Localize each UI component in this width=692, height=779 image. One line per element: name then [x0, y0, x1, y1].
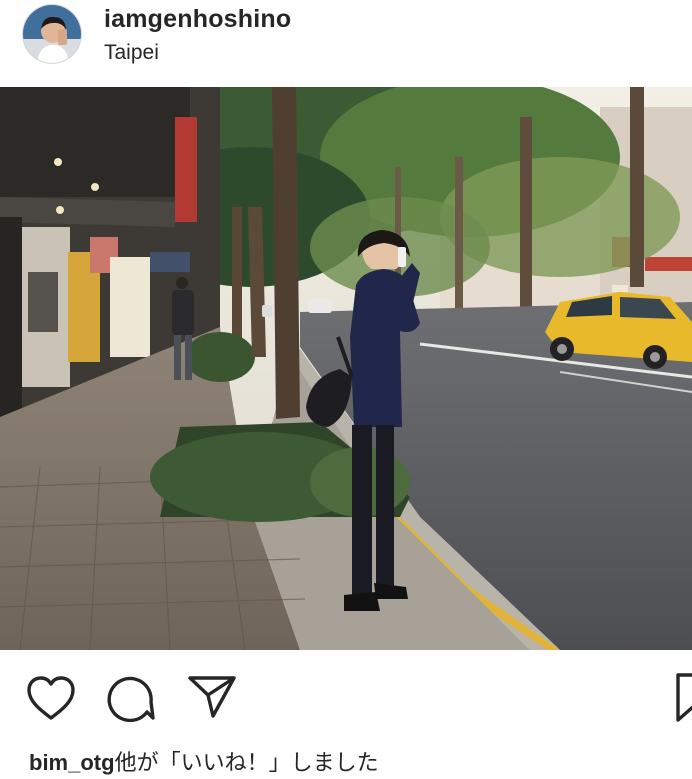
send-icon[interactable]: [187, 674, 237, 720]
avatar-image: [23, 5, 81, 63]
likes-summary: bim_otg他が「いいね！」しました: [29, 745, 379, 777]
street-photo: [0, 87, 692, 650]
bookmark-icon[interactable]: [674, 672, 692, 724]
comment-icon[interactable]: [106, 674, 156, 722]
heart-icon[interactable]: [26, 675, 76, 721]
post-location[interactable]: Taipei: [104, 41, 159, 65]
likes-suffix: 他が「いいね！」しました: [114, 750, 379, 775]
likes-username[interactable]: bim_otg: [29, 750, 115, 775]
post-photo[interactable]: [0, 87, 692, 650]
action-bar: [0, 650, 692, 740]
post-header: iamgenhoshino Taipei: [0, 0, 692, 87]
post-username[interactable]: iamgenhoshino: [104, 5, 291, 34]
avatar[interactable]: [22, 4, 82, 64]
